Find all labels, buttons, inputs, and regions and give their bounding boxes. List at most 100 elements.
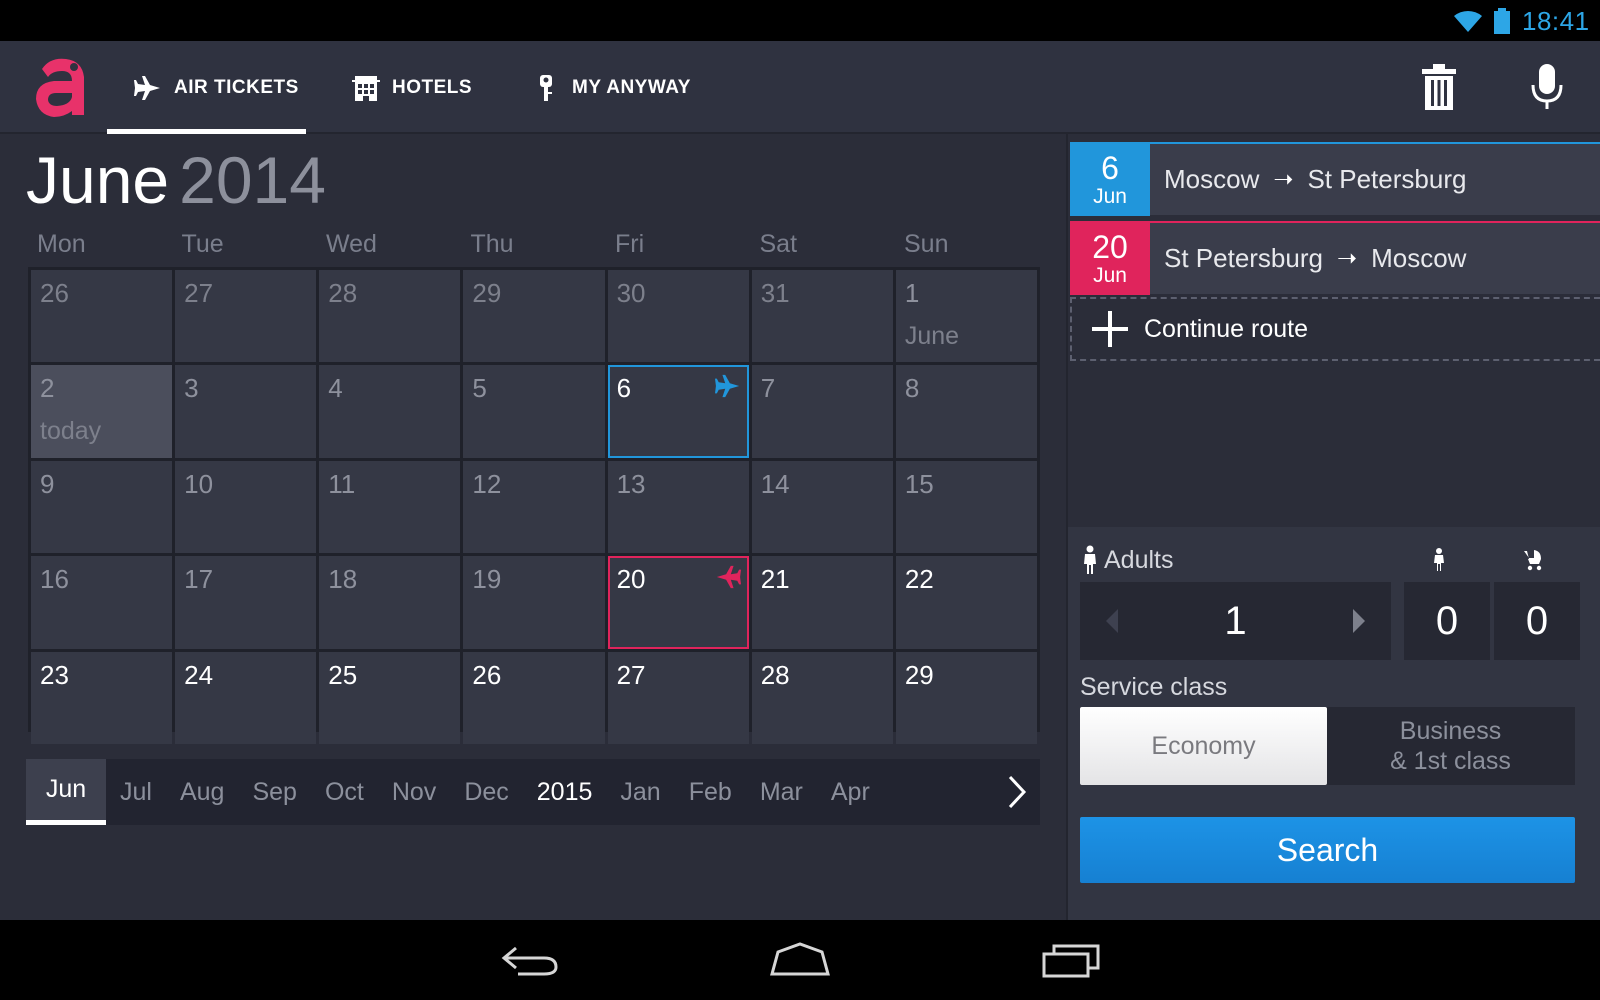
passenger-panel: Adults 1 0 0 Service class Economy Busin… bbox=[1068, 527, 1600, 920]
continue-route-label: Continue route bbox=[1144, 314, 1309, 343]
day-number: 7 bbox=[760, 373, 776, 404]
microphone-icon[interactable] bbox=[1524, 63, 1570, 111]
calendar-day[interactable]: 9 bbox=[31, 460, 173, 554]
calendar-month: June bbox=[26, 143, 170, 217]
route-month: Jun bbox=[1093, 263, 1127, 287]
calendar-day[interactable]: 15 bbox=[895, 460, 1037, 554]
calendar-day[interactable]: 28 bbox=[751, 651, 893, 744]
day-number: 28 bbox=[328, 278, 358, 308]
calendar-day[interactable]: 19 bbox=[463, 556, 605, 649]
calendar-day[interactable]: 21 bbox=[751, 556, 893, 649]
month-item-feb[interactable]: Feb bbox=[675, 759, 746, 825]
day-number: 9 bbox=[40, 468, 55, 499]
calendar-day[interactable]: 24 bbox=[175, 651, 317, 744]
clock: 18:41 bbox=[1522, 6, 1590, 36]
tab-air-tickets-label: AIR TICKETS bbox=[174, 76, 299, 98]
calendar-day[interactable]: 29 bbox=[463, 270, 605, 363]
route-item-outbound[interactable]: 6 Jun Moscow ➝ St Petersburg bbox=[1070, 142, 1600, 216]
calendar-day[interactable]: 5 bbox=[463, 365, 605, 458]
departure-plane-icon bbox=[714, 375, 739, 398]
month-item-jan[interactable]: Jan bbox=[606, 759, 674, 825]
economy-option[interactable]: Economy bbox=[1080, 707, 1327, 785]
children-count[interactable]: 0 bbox=[1404, 582, 1490, 660]
weekday-label: Thu bbox=[470, 230, 514, 258]
decrement-button[interactable] bbox=[1080, 582, 1144, 660]
day-number: 27 bbox=[184, 278, 214, 308]
route-item-return[interactable]: 20 Jun St Petersburg ➝ Moscow bbox=[1070, 221, 1600, 295]
calendar-day[interactable]: 18 bbox=[319, 556, 461, 649]
month-item-mar[interactable]: Mar bbox=[746, 759, 817, 825]
route-text: St Petersburg ➝ Moscow bbox=[1164, 243, 1466, 274]
calendar-day-return[interactable]: 20 bbox=[607, 556, 749, 649]
infants-count[interactable]: 0 bbox=[1494, 582, 1580, 660]
day-number: 26 bbox=[472, 659, 502, 690]
calendar-day[interactable]: 4 bbox=[319, 365, 461, 458]
route-to: Moscow bbox=[1371, 243, 1467, 273]
calendar-day[interactable]: 17 bbox=[175, 556, 317, 649]
month-item-jul[interactable]: Jul bbox=[106, 759, 166, 825]
tab-my-anyway[interactable]: MY ANYWAY bbox=[532, 41, 691, 134]
calendar-day[interactable]: 11 bbox=[319, 460, 461, 554]
day-number: 24 bbox=[184, 659, 214, 690]
chevron-right-icon[interactable] bbox=[994, 759, 1040, 825]
month-item-jun[interactable]: Jun bbox=[26, 759, 106, 825]
route-from: Moscow bbox=[1164, 164, 1260, 194]
adults-label-text: Adults bbox=[1104, 545, 1174, 574]
weekday-label: Mon bbox=[37, 230, 86, 258]
chevron-left-icon bbox=[1106, 609, 1118, 633]
calendar-day[interactable]: 26 bbox=[31, 270, 173, 363]
key-icon bbox=[540, 74, 552, 101]
status-bar: 18:41 bbox=[0, 0, 1600, 41]
tab-my-anyway-label: MY ANYWAY bbox=[572, 76, 691, 98]
calendar-day[interactable]: 26 bbox=[463, 651, 605, 744]
calendar-day[interactable]: 16 bbox=[31, 556, 173, 649]
plane-icon bbox=[134, 75, 160, 100]
calendar-day[interactable]: 25 bbox=[319, 651, 461, 744]
calendar-day[interactable]: 22 bbox=[895, 556, 1037, 649]
month-item-nov[interactable]: Nov bbox=[378, 759, 450, 825]
day-number: 13 bbox=[616, 468, 646, 499]
continue-route-button[interactable]: Continue route bbox=[1070, 297, 1600, 361]
day-number: 29 bbox=[472, 278, 502, 308]
battery-icon bbox=[1494, 8, 1510, 34]
calendar-day[interactable]: 27 bbox=[175, 270, 317, 363]
calendar-day-departure[interactable]: 6 bbox=[607, 365, 749, 458]
weekday-label: Sat bbox=[759, 230, 798, 258]
recents-icon[interactable] bbox=[1040, 938, 1104, 982]
action-bar: AIR TICKETS HOTELS MY ANYWAY bbox=[0, 41, 1600, 134]
calendar-day[interactable]: 14 bbox=[751, 460, 893, 554]
calendar-day[interactable]: 1 June bbox=[895, 270, 1037, 363]
route-text: Moscow ➝ St Petersburg bbox=[1164, 164, 1466, 195]
tab-air-tickets[interactable]: AIR TICKETS bbox=[107, 41, 306, 134]
home-icon[interactable] bbox=[768, 938, 832, 982]
month-item-dec[interactable]: Dec bbox=[450, 759, 522, 825]
back-icon[interactable] bbox=[498, 938, 562, 982]
calendar-day[interactable]: 31 bbox=[751, 270, 893, 363]
calendar-day[interactable]: 3 bbox=[175, 365, 317, 458]
route-day: 6 bbox=[1101, 149, 1119, 186]
day-number: 18 bbox=[328, 564, 358, 595]
calendar-day[interactable]: 7 bbox=[751, 365, 893, 458]
business-option[interactable]: Business & 1st class bbox=[1327, 707, 1574, 785]
month-item-aug[interactable]: Aug bbox=[166, 759, 238, 825]
month-item-apr[interactable]: Apr bbox=[817, 759, 884, 825]
calendar-day[interactable]: 30 bbox=[607, 270, 749, 363]
calendar-day[interactable]: 12 bbox=[463, 460, 605, 554]
month-item-sep[interactable]: Sep bbox=[238, 759, 310, 825]
route-panel: 6 Jun Moscow ➝ St Petersburg 20 Jun St P… bbox=[1068, 134, 1600, 920]
calendar-day[interactable]: 27 bbox=[607, 651, 749, 744]
app-logo[interactable] bbox=[30, 53, 92, 121]
calendar-day[interactable]: 29 bbox=[895, 651, 1037, 744]
calendar-day[interactable]: 28 bbox=[319, 270, 461, 363]
calendar-day[interactable]: 13 bbox=[607, 460, 749, 554]
trash-icon[interactable] bbox=[1416, 63, 1462, 111]
calendar-day[interactable]: 8 bbox=[895, 365, 1037, 458]
tab-hotels[interactable]: HOTELS bbox=[352, 41, 472, 134]
calendar-day[interactable]: 10 bbox=[175, 460, 317, 554]
year-marker-2015: 2015 bbox=[536, 777, 593, 806]
increment-button[interactable] bbox=[1327, 582, 1391, 660]
month-item-oct[interactable]: Oct bbox=[311, 759, 378, 825]
search-button[interactable]: Search bbox=[1080, 817, 1575, 883]
calendar-day-today[interactable]: 2 today bbox=[31, 365, 173, 458]
calendar-day[interactable]: 23 bbox=[31, 651, 173, 744]
